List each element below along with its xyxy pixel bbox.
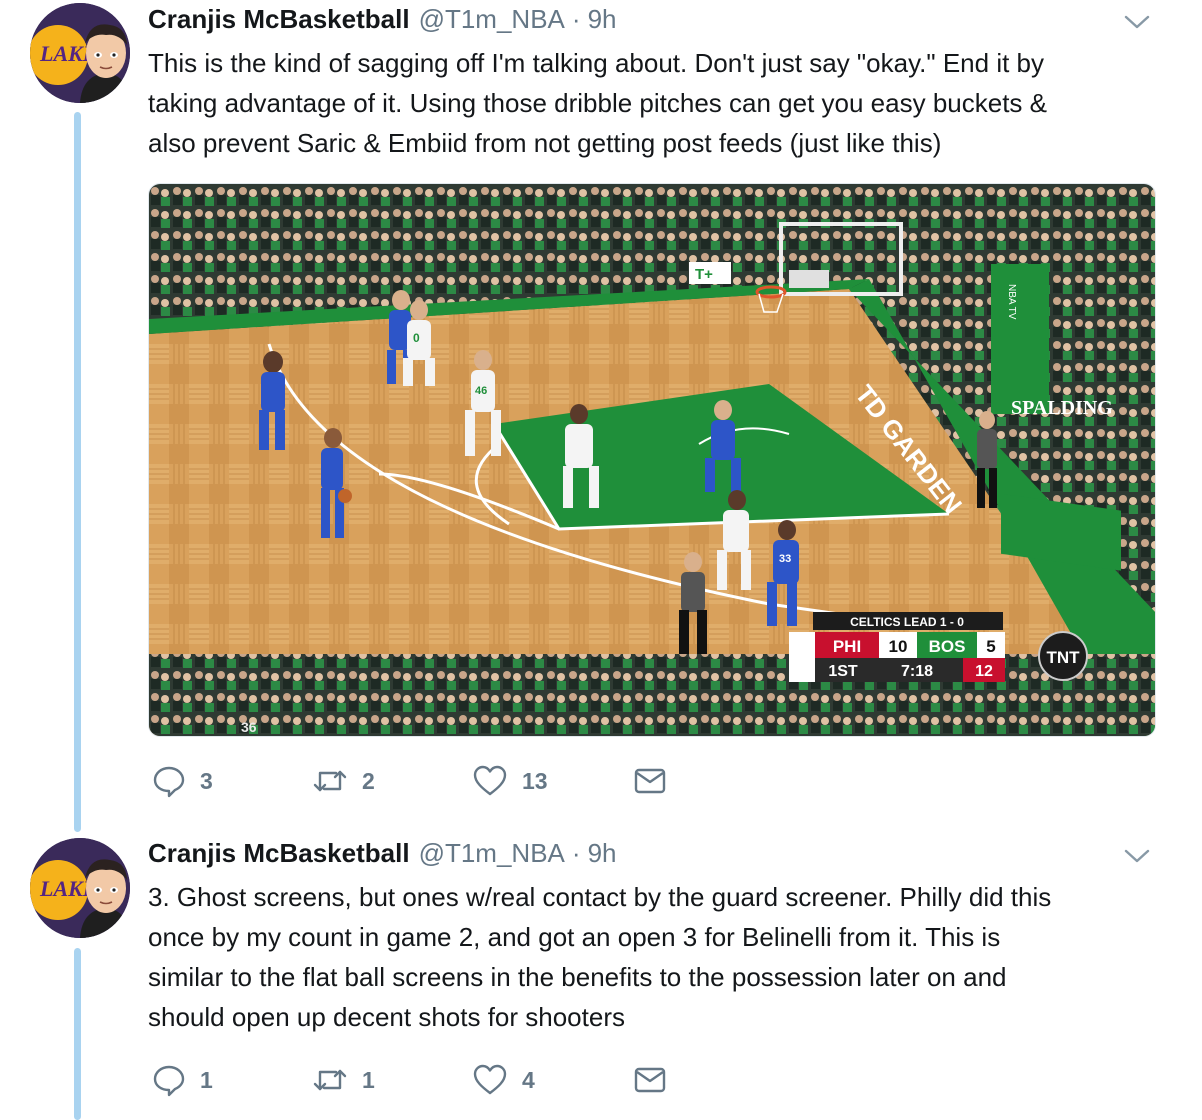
- basketball-game-screenshot: TD GARDEN NBA TV SPALDING T+ 33 0 46 36 …: [149, 184, 1155, 736]
- reply-count: 3: [200, 767, 213, 794]
- retweet-icon: [313, 770, 347, 792]
- jersey-number: 33: [779, 553, 791, 565]
- tweet-text: 3. Ghost screens, but ones w/real contac…: [148, 877, 1158, 1037]
- separator-dot: ·: [571, 4, 581, 34]
- retweet-button[interactable]: 2: [312, 761, 375, 801]
- basketball: [338, 489, 352, 503]
- like-count: 13: [522, 767, 548, 794]
- tweet-text-line: should open up decent shots for shooters: [148, 1002, 625, 1032]
- chevron-down-icon: [1124, 15, 1150, 29]
- reply-button[interactable]: 3: [152, 761, 213, 801]
- baseline-sign: T+: [695, 266, 713, 283]
- direct-message-icon: [634, 1067, 666, 1093]
- direct-message-button[interactable]: [634, 1060, 666, 1100]
- reply-icon: [153, 766, 185, 798]
- tweet-media-image[interactable]: TD GARDEN NBA TV SPALDING T+ 33 0 46 36 …: [148, 183, 1156, 737]
- reply-icon: [153, 1065, 185, 1097]
- game-clock: 7:18: [901, 663, 933, 680]
- stanchion-text: NBA TV: [1006, 284, 1017, 320]
- game-period: 1ST: [828, 663, 858, 680]
- home-score: 5: [986, 637, 995, 656]
- author-handle[interactable]: @T1m_NBA: [419, 4, 565, 35]
- reply-button[interactable]: 1: [152, 1060, 213, 1100]
- tweet-menu-button[interactable]: [1124, 14, 1150, 30]
- heart-icon: [473, 765, 507, 796]
- heart-icon: [473, 1064, 507, 1095]
- tweet-text: This is the kind of sagging off I'm talk…: [148, 43, 1158, 163]
- direct-message-icon: [634, 768, 666, 794]
- tweet-actions: 3 2 13: [148, 761, 708, 801]
- author-handle[interactable]: @T1m_NBA: [419, 838, 565, 869]
- chevron-down-icon: [1124, 849, 1150, 863]
- jersey-number: 36: [241, 719, 257, 735]
- author-name[interactable]: Cranjis McBasketball: [148, 4, 410, 35]
- tweet-menu-button[interactable]: [1124, 848, 1150, 864]
- jersey-number: 46: [475, 385, 487, 397]
- tweet-text-line: This is the kind of sagging off I'm talk…: [148, 48, 1044, 78]
- tweet-timestamp[interactable]: 9h: [588, 4, 617, 35]
- retweet-icon: [313, 1069, 347, 1091]
- tweet-header: Cranjis McBasketball @T1m_NBA · 9h: [148, 838, 616, 874]
- away-score: 10: [889, 637, 908, 656]
- separator-dot: ·: [571, 838, 581, 868]
- home-team: BOS: [929, 637, 966, 656]
- lakers-cartoon-avatar-icon: LAKE: [30, 3, 130, 103]
- jersey-number: 0: [413, 331, 420, 345]
- like-button[interactable]: 13: [472, 761, 548, 801]
- tweet-text-line: also prevent Saric & Embiid from not get…: [148, 128, 942, 158]
- avatar[interactable]: LAKE: [30, 3, 130, 103]
- direct-message-button[interactable]: [634, 761, 666, 801]
- like-count: 4: [522, 1066, 535, 1093]
- network-logo: TNT: [1046, 648, 1080, 667]
- away-team: PHI: [833, 637, 861, 656]
- author-name[interactable]: Cranjis McBasketball: [148, 838, 410, 869]
- like-button[interactable]: 4: [472, 1060, 535, 1100]
- thread-connector-line: [74, 948, 81, 1120]
- retweet-count: 1: [362, 1066, 375, 1093]
- retweet-button[interactable]: 1: [312, 1060, 375, 1100]
- tweet-text-line: taking advantage of it. Using those drib…: [148, 88, 1047, 118]
- sponsor-logo-text: SPALDING: [1011, 397, 1113, 419]
- reply-count: 1: [200, 1066, 213, 1093]
- avatar[interactable]: LAKE: [30, 838, 130, 938]
- shot-clock: 12: [975, 663, 993, 680]
- series-banner: CELTICS LEAD 1 - 0: [850, 615, 964, 629]
- tweet-text-line: similar to the flat ball screens in the …: [148, 962, 1007, 992]
- retweet-count: 2: [362, 767, 375, 794]
- tweet-actions: 1 1 4: [148, 1060, 708, 1100]
- lakers-cartoon-avatar-icon: LAKE: [30, 838, 130, 938]
- tweet-text-line: 3. Ghost screens, but ones w/real contac…: [148, 882, 1052, 912]
- tweet-header: Cranjis McBasketball @T1m_NBA · 9h: [148, 4, 616, 40]
- tweet-text-line: once by my count in game 2, and got an o…: [148, 922, 1001, 952]
- thread-connector-line: [74, 112, 81, 832]
- tweet-timestamp[interactable]: 9h: [588, 838, 617, 869]
